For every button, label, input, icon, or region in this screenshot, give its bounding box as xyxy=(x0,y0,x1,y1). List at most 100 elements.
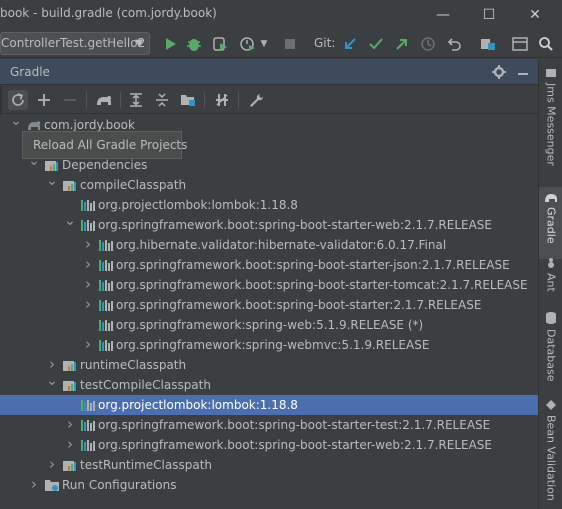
toggle-tool-window-button[interactable] xyxy=(510,34,530,54)
library-icon xyxy=(98,238,114,252)
tree-row-label: org.springframework.boot:spring-boot-sta… xyxy=(116,278,528,292)
tree-row-label: testRuntimeClasspath xyxy=(80,458,213,472)
chevron-right-icon[interactable]: › xyxy=(82,255,94,274)
link-gradle-project-button[interactable] xyxy=(34,90,54,110)
tab-ant[interactable]: Ant xyxy=(539,257,562,315)
minus-icon xyxy=(64,99,76,101)
reload-all-gradle-projects-button[interactable] xyxy=(8,90,28,110)
toolbar-separator xyxy=(120,92,121,108)
git-update-button[interactable] xyxy=(340,34,360,54)
show-dependencies-button[interactable] xyxy=(178,90,198,110)
settings-button[interactable] xyxy=(490,63,508,81)
hide-panel-button[interactable] xyxy=(514,63,532,81)
library-icon xyxy=(98,278,114,292)
chevron-right-icon[interactable]: › xyxy=(82,235,94,254)
close-window-button[interactable]: ✕ xyxy=(512,0,558,30)
tab-bean-validation[interactable]: Bean Validation xyxy=(539,399,562,509)
tab-label: Jms Messenger xyxy=(544,83,558,166)
unlink-gradle-project-button[interactable] xyxy=(60,90,80,110)
tab-gradle[interactable]: Gradle xyxy=(539,187,562,259)
gradle-elephant-icon xyxy=(545,194,557,202)
close-icon: ✕ xyxy=(529,7,541,23)
dependencies-icon xyxy=(62,358,78,372)
git-commit-button[interactable] xyxy=(366,34,386,54)
search-everywhere-button[interactable] xyxy=(536,34,556,54)
tree-row-label: testCompileClasspath xyxy=(80,378,211,392)
tree-row[interactable]: org.springframework:spring-web:5.1.9.REL… xyxy=(0,315,538,335)
tree-row[interactable]: › org.springframework.boot:spring-boot-st… xyxy=(0,275,538,295)
tree-row-label: org.springframework:spring-web:5.1.9.REL… xyxy=(116,318,424,332)
profiler-icon xyxy=(240,37,255,51)
wrench-icon xyxy=(250,94,263,107)
library-icon xyxy=(80,418,96,432)
tree-row[interactable]: › org.hibernate.validator:hibernate-valid… xyxy=(0,235,538,255)
plus-icon xyxy=(38,94,50,106)
project-structure-icon xyxy=(481,39,495,50)
tree-row[interactable]: › org.springframework.boot:spring-boot-st… xyxy=(0,415,538,435)
git-rollback-button[interactable] xyxy=(444,34,464,54)
tree-row-label: org.projectlombok:lombok:1.18.8 xyxy=(98,398,298,412)
tab-jms-messenger[interactable]: Jms Messenger xyxy=(539,67,562,177)
folder-dependencies-icon xyxy=(181,95,195,106)
project-structure-button[interactable] xyxy=(478,34,498,54)
panel-title: Gradle xyxy=(10,65,50,79)
build-tool-settings-button[interactable] xyxy=(246,90,266,110)
dependencies-icon xyxy=(62,378,78,392)
tab-label: Database xyxy=(544,329,558,382)
tree-row[interactable]: org.projectlombok:lombok:1.18.8 xyxy=(0,395,538,415)
run-button[interactable] xyxy=(160,34,180,54)
tree-row[interactable]: ⌄ org.springframework.boot:spring-boot-st… xyxy=(0,214,538,235)
chevron-right-icon[interactable]: › xyxy=(82,295,94,314)
tree-row[interactable]: › testRuntimeClasspath xyxy=(0,455,538,475)
tab-label: Gradle xyxy=(544,207,558,244)
tree-row[interactable]: org.projectlombok:lombok:1.18.8 xyxy=(0,195,538,215)
clock-icon xyxy=(421,37,435,51)
git-push-button[interactable] xyxy=(392,34,412,54)
minimize-button[interactable]: — xyxy=(420,0,466,30)
chevron-right-icon[interactable]: › xyxy=(82,275,94,294)
chevron-right-icon[interactable]: › xyxy=(46,455,58,474)
tooltip: Reload All Gradle Projects xyxy=(22,131,187,159)
maximize-icon: ☐ xyxy=(482,7,496,23)
tree-row[interactable]: › org.springframework.boot:spring-boot-st… xyxy=(0,295,538,315)
toolbar-separator xyxy=(86,92,87,108)
search-icon xyxy=(539,37,553,51)
tab-database[interactable]: Database xyxy=(539,311,562,391)
tree-row[interactable]: › Run Configurations xyxy=(0,475,538,495)
window-title: book - build.gradle (com.jordy.book) xyxy=(0,6,217,20)
profile-dropdown[interactable]: ▼ xyxy=(258,34,270,54)
execute-gradle-task-button[interactable] xyxy=(94,90,114,110)
run-configuration-selector[interactable]: ControllerTest.getHello2 ▼ xyxy=(0,32,150,55)
tab-label: Ant xyxy=(544,273,558,292)
chevron-down-icon[interactable]: ⌄ xyxy=(46,374,58,388)
tree-row[interactable]: ⌄ testCompileClasspath xyxy=(0,374,538,395)
jms-icon xyxy=(546,69,556,77)
chevron-down-icon[interactable]: ⌄ xyxy=(64,214,76,228)
tree-row[interactable]: › org.springframework:spring-webmvc:5.1.9… xyxy=(0,335,538,355)
run-with-coverage-button[interactable] xyxy=(210,34,230,54)
chevron-down-icon[interactable]: ⌄ xyxy=(46,174,58,188)
tree-row-label: org.springframework:spring-webmvc:5.1.9.… xyxy=(116,338,430,352)
tree-row[interactable]: ⌄ compileClasspath xyxy=(0,174,538,195)
maximize-button[interactable]: ☐ xyxy=(466,0,512,30)
arrow-down-left-icon xyxy=(345,38,356,49)
expand-all-button[interactable] xyxy=(126,90,146,110)
tree-row[interactable]: › org.springframework.boot:spring-boot-st… xyxy=(0,255,538,275)
chevron-right-icon[interactable]: › xyxy=(28,475,40,494)
chevron-right-icon[interactable]: › xyxy=(82,335,94,354)
tree-row-label: org.projectlombok:lombok:1.18.8 xyxy=(98,198,298,212)
debug-button[interactable] xyxy=(184,34,204,54)
library-icon xyxy=(98,258,114,272)
profile-button[interactable] xyxy=(238,34,258,54)
git-history-button[interactable] xyxy=(418,34,438,54)
toggle-offline-mode-button[interactable] xyxy=(212,90,232,110)
checkmark-icon xyxy=(369,38,383,50)
stop-button[interactable] xyxy=(280,34,300,54)
chevron-right-icon[interactable]: › xyxy=(46,355,58,374)
chevron-right-icon[interactable]: › xyxy=(64,415,76,434)
tree-row[interactable]: › org.springframework.boot:spring-boot-st… xyxy=(0,435,538,455)
chevron-down-icon[interactable]: ⌄ xyxy=(10,114,22,128)
tree-row[interactable]: › runtimeClasspath xyxy=(0,355,538,375)
collapse-all-button[interactable] xyxy=(152,90,172,110)
chevron-right-icon[interactable]: › xyxy=(64,435,76,454)
